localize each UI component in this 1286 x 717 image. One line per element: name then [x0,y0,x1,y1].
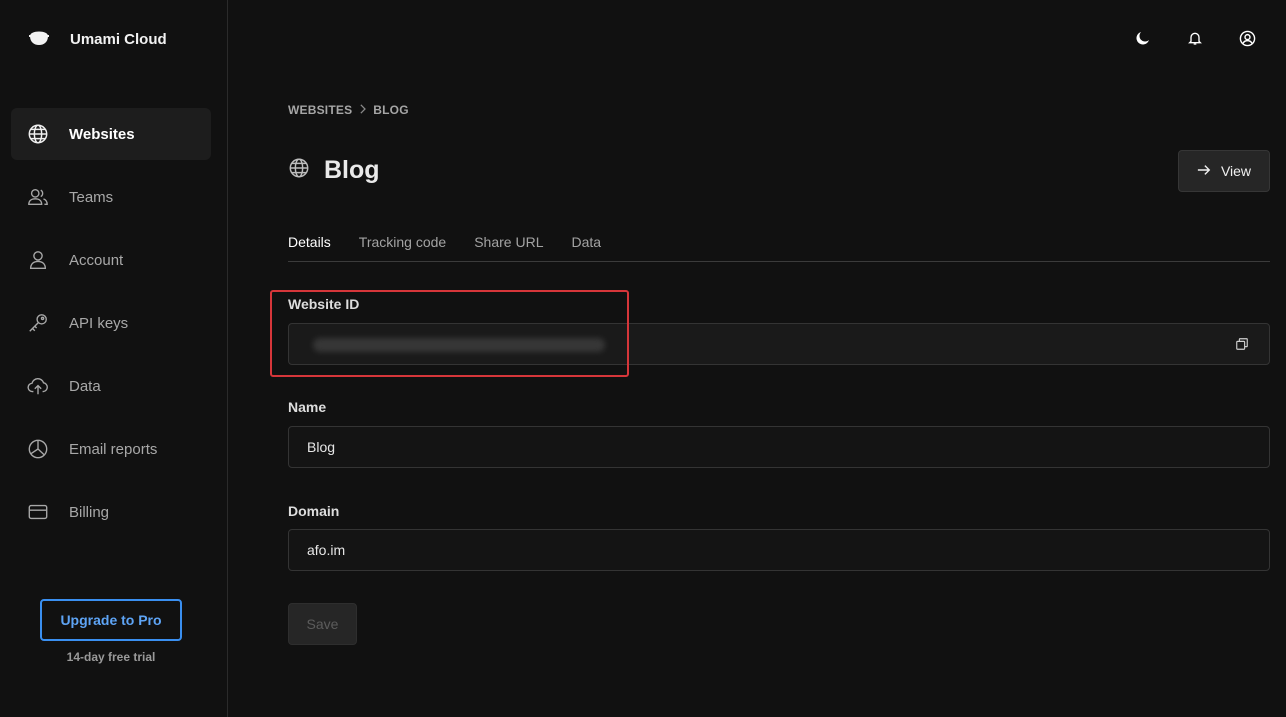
arrow-right-icon [1197,163,1211,179]
sidebar-item-label: Account [69,251,124,269]
globe-icon [288,157,310,184]
users-icon [27,186,49,208]
sidebar-item-label: Billing [69,503,110,521]
sidebar-item-label: Teams [69,188,114,206]
sidebar-nav: Websites Teams Account API keys Data Ema… [11,108,211,549]
trial-text: 14-day free trial [66,650,156,664]
website-id-field[interactable] [288,323,1270,365]
key-icon [27,312,49,334]
brand[interactable]: Umami Cloud [28,28,167,50]
sidebar-item-websites[interactable]: Websites [11,108,211,160]
tab-tracking-code[interactable]: Tracking code [359,225,446,262]
domain-label: Domain [288,503,340,519]
sidebar-item-label: API keys [69,314,129,332]
sidebar-item-label: Data [69,377,101,395]
breadcrumb: WEBSITES BLOG [288,103,409,117]
upgrade-button[interactable]: Upgrade to Pro [40,599,182,641]
app-name: Umami Cloud [70,30,167,48]
sidebar-item-teams[interactable]: Teams [11,171,211,223]
umami-logo-icon [28,27,50,52]
sidebar-item-data[interactable]: Data [11,360,211,412]
website-id-label: Website ID [288,296,360,312]
main-content: WEBSITES BLOG Blog View Details Tracking… [270,0,1270,717]
tab-data[interactable]: Data [571,225,601,262]
cloud-upload-icon [27,375,49,397]
credit-card-icon [27,501,49,523]
tab-details[interactable]: Details [288,225,331,262]
name-input[interactable] [288,426,1270,468]
view-button[interactable]: View [1178,150,1270,192]
save-button[interactable]: Save [288,603,357,645]
page-title: Blog [324,156,380,184]
tab-share-url[interactable]: Share URL [474,225,543,262]
sidebar-item-api-keys[interactable]: API keys [11,297,211,349]
globe-icon [27,123,49,145]
sidebar-item-label: Websites [69,125,135,143]
tab-bar: Details Tracking code Share URL Data [288,225,1270,262]
page-header: Blog [288,156,380,185]
copy-icon[interactable] [1235,337,1251,353]
view-button-label: View [1220,163,1252,179]
domain-input[interactable] [288,529,1270,571]
breadcrumb-websites[interactable]: WEBSITES [288,103,352,117]
breadcrumb-current: BLOG [373,103,409,117]
website-id-value-redacted [313,338,605,352]
chevron-right-icon [358,103,367,117]
name-label: Name [288,399,327,415]
sidebar: Umami Cloud Websites Teams Account API k… [0,0,228,717]
sidebar-item-email-reports[interactable]: Email reports [11,423,211,475]
pie-chart-icon [27,438,49,460]
sidebar-item-billing[interactable]: Billing [11,486,211,538]
sidebar-item-label: Email reports [69,440,158,458]
user-icon [27,249,49,271]
sidebar-item-account[interactable]: Account [11,234,211,286]
